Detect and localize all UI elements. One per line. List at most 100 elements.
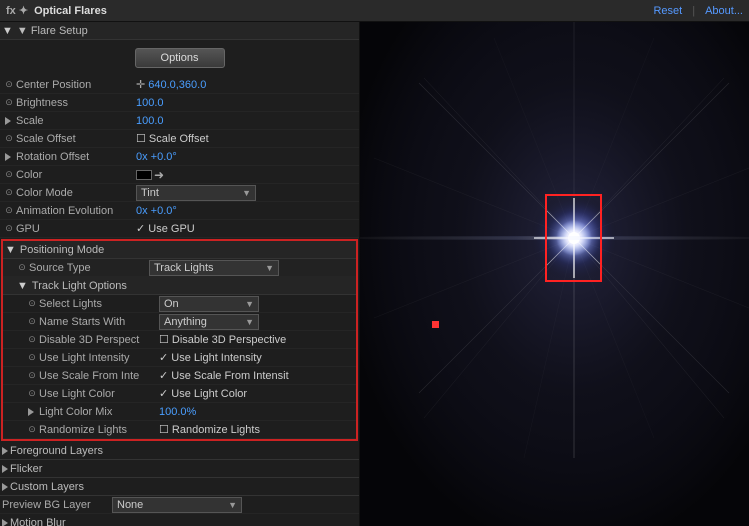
name-starts-dropdown[interactable]: Anything ▼	[159, 314, 259, 330]
motion-blur-header[interactable]: Motion Blur	[0, 514, 359, 526]
track-light-options-header[interactable]: ▼ Track Light Options	[3, 277, 356, 295]
name-starts-dropdown-arrow: ▼	[245, 317, 254, 327]
motion-blur-label: Motion Blur	[10, 517, 66, 526]
animation-evolution-label: Animation Evolution	[16, 205, 136, 217]
rotation-offset-value[interactable]: 0x +0.0°	[136, 151, 357, 163]
preview-bg-dropdown[interactable]: None ▼	[112, 497, 242, 513]
main-layout: ▼ ▼ Flare Setup Options ⊙ Center Positio…	[0, 22, 749, 526]
flare-setup-label: ▼ Flare Setup	[17, 25, 88, 37]
flare-preview-canvas	[360, 22, 749, 526]
scale-offset-icon: ⊙	[2, 132, 16, 146]
scale-offset-value[interactable]: ☐ Scale Offset	[136, 132, 357, 145]
color-icon: ⊙	[2, 168, 16, 182]
color-mode-row: ⊙ Color Mode Tint ▼	[0, 184, 359, 202]
right-panel: Active Camera	[360, 22, 749, 526]
use-light-intensity-row: ⊙ Use Light Intensity ✓ Use Light Intens…	[3, 349, 356, 367]
source-type-value: Track Lights	[154, 262, 214, 274]
gpu-value[interactable]: ✓ Use GPU	[136, 222, 357, 235]
options-btn-container: Options	[0, 40, 359, 76]
header: fx ✦ Optical Flares Reset | About...	[0, 0, 749, 22]
gpu-row: ⊙ GPU ✓ Use GPU	[0, 220, 359, 238]
crosshair-icon: ✛	[136, 78, 145, 91]
positioning-mode-label: Positioning Mode	[20, 244, 104, 256]
color-row: ⊙ Color ➜	[0, 166, 359, 184]
center-position-value[interactable]: 640.0,360.0	[148, 79, 357, 91]
use-light-color-value[interactable]: ✓ Use Light Color	[159, 387, 354, 400]
source-type-dropdown[interactable]: Track Lights ▼	[149, 260, 279, 276]
randomize-lights-row: ⊙ Randomize Lights ☐ Randomize Lights	[3, 421, 356, 439]
flicker-label: Flicker	[10, 463, 42, 475]
light-color-mix-row: Light Color Mix 100.0%	[3, 403, 356, 421]
gpu-icon: ⊙	[2, 222, 16, 236]
preview-bg-value: None	[117, 499, 143, 511]
use-scale-value[interactable]: ✓ Use Scale From Intensit	[159, 369, 354, 382]
light-color-mix-expand-icon[interactable]	[25, 405, 39, 419]
foreground-layers-header[interactable]: Foreground Layers	[0, 442, 359, 460]
red-dot	[432, 321, 439, 328]
custom-layers-label: Custom Layers	[10, 481, 84, 493]
positioning-mode-section: ▼ Positioning Mode ⊙ Source Type Track L…	[1, 239, 358, 441]
disable-3d-value[interactable]: ☐ Disable 3D Perspective	[159, 333, 354, 346]
select-lights-value: On	[164, 298, 179, 310]
track-light-options-triangle: ▼	[17, 280, 28, 292]
color-mode-dropdown[interactable]: Tint ▼	[136, 185, 256, 201]
randomize-lights-icon: ⊙	[25, 423, 39, 437]
source-type-icon: ⊙	[15, 261, 29, 275]
brightness-row: ⊙ Brightness 100.0	[0, 94, 359, 112]
use-scale-label: Use Scale From Inte	[39, 370, 159, 382]
name-starts-with-row: ⊙ Name Starts With Anything ▼	[3, 313, 356, 331]
select-lights-dropdown-arrow: ▼	[245, 299, 254, 309]
use-light-intensity-label: Use Light Intensity	[39, 352, 159, 364]
reset-button[interactable]: Reset	[653, 5, 682, 17]
animation-evolution-icon: ⊙	[2, 204, 16, 218]
scale-expand-icon[interactable]	[2, 114, 16, 128]
use-scale-from-inte-row: ⊙ Use Scale From Inte ✓ Use Scale From I…	[3, 367, 356, 385]
use-light-color-label: Use Light Color	[39, 388, 159, 400]
color-swatch[interactable]	[136, 170, 152, 180]
center-position-icon: ⊙	[2, 78, 16, 92]
brightness-label: Brightness	[16, 97, 136, 109]
preview-bg-dropdown-arrow: ▼	[228, 500, 237, 510]
scale-value[interactable]: 100.0	[136, 115, 357, 127]
about-button[interactable]: About...	[705, 5, 743, 17]
left-panel: ▼ ▼ Flare Setup Options ⊙ Center Positio…	[0, 22, 360, 526]
use-light-intensity-icon: ⊙	[25, 351, 39, 365]
foreground-layers-label: Foreground Layers	[10, 445, 103, 457]
flicker-triangle	[2, 465, 8, 473]
color-arrow-icon[interactable]: ➜	[154, 168, 164, 182]
center-position-label: Center Position	[16, 79, 136, 91]
positioning-mode-triangle: ▼	[5, 244, 16, 256]
use-scale-icon: ⊙	[25, 369, 39, 383]
animation-evolution-row: ⊙ Animation Evolution 0x +0.0°	[0, 202, 359, 220]
source-type-row: ⊙ Source Type Track Lights ▼	[3, 259, 356, 277]
randomize-lights-value[interactable]: ☐ Randomize Lights	[159, 423, 354, 436]
color-mode-icon: ⊙	[2, 186, 16, 200]
flare-setup-triangle: ▼	[2, 25, 13, 37]
plugin-title: Optical Flares	[34, 5, 647, 17]
light-color-mix-value[interactable]: 100.0%	[159, 406, 354, 418]
motion-blur-triangle	[2, 519, 8, 526]
preview-bg-row: Preview BG Layer None ▼	[0, 496, 359, 514]
disable-3d-icon: ⊙	[25, 333, 39, 347]
name-starts-value: Anything	[164, 316, 207, 328]
preview-bg-label: Preview BG Layer	[2, 499, 112, 511]
use-light-color-row: ⊙ Use Light Color ✓ Use Light Color	[3, 385, 356, 403]
animation-evolution-value[interactable]: 0x +0.0°	[136, 205, 357, 217]
custom-layers-header[interactable]: Custom Layers	[0, 478, 359, 496]
disable-3d-label: Disable 3D Perspect	[39, 334, 159, 346]
options-button[interactable]: Options	[135, 48, 225, 68]
scale-offset-label: Scale Offset	[16, 133, 136, 145]
rotation-offset-expand-icon[interactable]	[2, 150, 16, 164]
brightness-icon: ⊙	[2, 96, 16, 110]
positioning-mode-header[interactable]: ▼ Positioning Mode	[3, 241, 356, 259]
scale-label: Scale	[16, 115, 136, 127]
use-light-intensity-value[interactable]: ✓ Use Light Intensity	[159, 351, 354, 364]
flare-setup-header[interactable]: ▼ ▼ Flare Setup	[0, 22, 359, 40]
select-lights-dropdown[interactable]: On ▼	[159, 296, 259, 312]
flicker-header[interactable]: Flicker	[0, 460, 359, 478]
use-light-color-icon: ⊙	[25, 387, 39, 401]
brightness-value[interactable]: 100.0	[136, 97, 357, 109]
color-mode-dropdown-arrow: ▼	[242, 188, 251, 198]
gpu-label: GPU	[16, 223, 136, 235]
select-lights-row: ⊙ Select Lights On ▼	[3, 295, 356, 313]
